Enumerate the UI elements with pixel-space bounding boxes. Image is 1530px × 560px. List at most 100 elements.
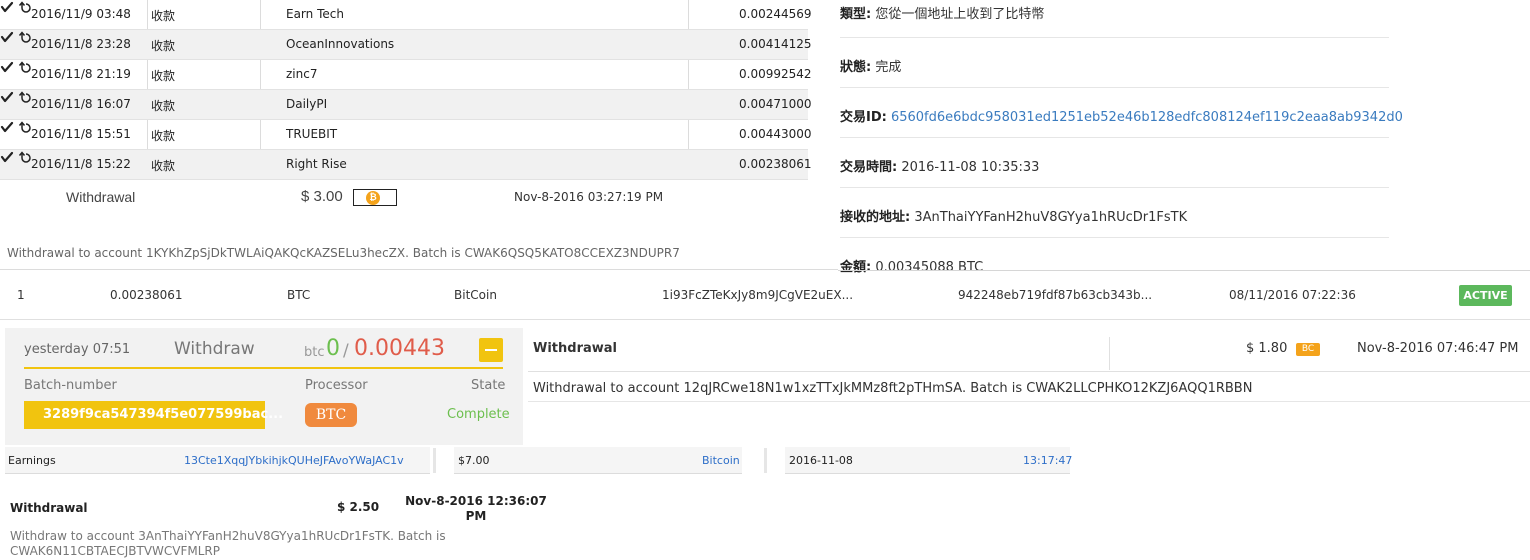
row-amount: 0.00238061: [110, 288, 183, 302]
table-row[interactable]: 2016/11/8 16:07 收款 DailyPI 0.00471000: [0, 90, 812, 120]
row-amount: 0.00992542: [739, 67, 812, 81]
withdraw-title: Withdraw: [174, 339, 255, 359]
detail-amount: 金額: 0.00345088 BTC: [840, 253, 1389, 275]
row-date: 2016/11/8 15:22: [31, 157, 131, 171]
row-amount: 0.00414125: [739, 37, 812, 51]
row-address[interactable]: 1i93FcZTeKxJy8m9JCgVE2uEX...: [662, 288, 853, 302]
row-type: 收款: [151, 9, 176, 23]
row-date: 2016/11/8 16:07: [31, 97, 131, 111]
withdrawal-amount: $ 2.50: [337, 500, 380, 514]
row-date: 2016/11/8 15:51: [31, 127, 131, 141]
withdrawal-description: Withdraw to account 3AnThaiYYFanH2huV8GY…: [10, 529, 446, 558]
status-badge: ACTIVE: [1459, 285, 1512, 306]
row-sender[interactable]: Right Rise: [286, 157, 347, 171]
divider: [838, 270, 1530, 271]
row-sender[interactable]: TRUEBIT: [286, 127, 337, 141]
withdrawal-title: Withdrawal: [66, 189, 136, 205]
withdrawal-description: Withdrawal to account 12qJRCwe18N1w1xzTT…: [533, 381, 1253, 396]
table-row[interactable]: 2016/11/8 15:22 收款 Right Rise 0.00238061: [0, 150, 812, 180]
withdrawal-description: Withdrawal to account 1KYKhZpSjDkTWLAiQA…: [7, 246, 680, 260]
row-type: 收款: [151, 129, 176, 143]
withdrawal-amount: $ 1.80: [1246, 341, 1288, 356]
detail-amount-label: 金額:: [840, 260, 872, 275]
detail-status-value: 完成: [875, 60, 902, 75]
table-row[interactable]: 2016/11/8 15:51 收款 TRUEBIT 0.00443000: [0, 120, 812, 150]
row-sender[interactable]: OceanInnovations: [286, 37, 394, 51]
checkmark-icon: [0, 31, 14, 43]
withdrawal-time: Nov-8-2016 07:46:47 PM: [1357, 341, 1519, 356]
row-sender[interactable]: zinc7: [286, 67, 317, 81]
detail-time: 交易時間: 2016-11-08 10:35:33: [840, 153, 1389, 188]
row-sender[interactable]: Earn Tech: [286, 7, 344, 21]
row-date: 2016/11/9 03:48: [31, 7, 131, 21]
state-header: State: [471, 378, 506, 393]
divider: [0, 319, 1530, 320]
detail-txid-link[interactable]: 6560fd6e6bdc958031ed1251eb52e46b128edfc8…: [891, 110, 1403, 125]
row-amount: 0.00443000: [739, 127, 812, 141]
detail-txid: 交易ID: 6560fd6e6bdc958031ed1251eb52e46b12…: [840, 103, 1403, 138]
refresh-arrow-icon: [18, 61, 31, 73]
row-type: 收款: [151, 99, 176, 113]
value-separator: /: [343, 341, 349, 361]
withdrawal-title: Withdrawal: [10, 501, 88, 515]
row-type: 收款: [151, 159, 176, 173]
btc-label: btc: [304, 345, 325, 360]
row-hash[interactable]: 942248eb719fdf87b63cb343b...: [958, 288, 1152, 302]
row-type: 收款: [151, 69, 176, 83]
earnings-date: 2016-11-08: [789, 454, 853, 467]
withdrawal-title: Withdrawal: [533, 341, 617, 356]
detail-address: 接收的地址: 3AnThaiYYFanH2huV8GYya1hRUcDr1FsT…: [840, 203, 1389, 238]
row-amount: 0.00471000: [739, 97, 812, 111]
divider: [24, 367, 503, 369]
batch-number-button[interactable]: 3289f9ca547394f5e077599bac...: [24, 401, 283, 429]
earnings-method-link[interactable]: Bitcoin: [702, 454, 740, 467]
collapse-minus-icon[interactable]: [479, 338, 503, 362]
detail-address-label: 接收的地址:: [840, 210, 911, 225]
detail-time-label: 交易時間:: [840, 160, 898, 175]
detail-type-label: 類型:: [840, 7, 872, 22]
row-currency: BTC: [287, 288, 311, 302]
detail-status-label: 狀態:: [840, 60, 872, 75]
checkmark-icon: [0, 1, 14, 13]
row-datetime: 08/11/2016 07:22:36: [1229, 288, 1356, 302]
checkmark-icon: [0, 121, 14, 133]
withdraw-value: 0.00443: [354, 336, 445, 361]
bitcoin-icon: ₿: [366, 191, 380, 205]
checkmark-icon: [0, 91, 14, 103]
transaction-table: 2016/11/9 03:48 收款 Earn Tech 0.00244569 …: [0, 0, 812, 180]
refresh-arrow-icon: [18, 31, 31, 43]
checkmark-icon: [0, 151, 14, 163]
withdrawal-time: Nov-8-2016 12:36:07 PM: [405, 494, 547, 523]
detail-amount-value: 0.00345088 BTC: [875, 260, 984, 275]
divider: [433, 448, 436, 473]
withdrawal-amount: $ 3.00: [301, 188, 343, 205]
refresh-arrow-icon: [18, 1, 31, 13]
row-amount: 0.00238061: [739, 157, 812, 171]
earnings-amount: $7.00: [458, 454, 490, 467]
earnings-time: 13:17:47: [1023, 454, 1073, 467]
divider: [0, 269, 838, 270]
detail-type-value: 您從一個地址上收到了比特幣: [875, 7, 1045, 22]
table-row[interactable]: 2016/11/9 03:48 收款 Earn Tech 0.00244569: [0, 0, 812, 30]
table-row[interactable]: 2016/11/8 21:19 收款 zinc7 0.00992542: [0, 60, 812, 90]
state-value: Complete: [447, 407, 510, 422]
detail-type: 類型: 您從一個地址上收到了比特幣: [840, 0, 1389, 38]
withdraw-time: yesterday 07:51: [24, 342, 131, 357]
row-type: 收款: [151, 39, 176, 53]
refresh-arrow-icon: [18, 121, 31, 133]
currency-badge: BC: [1296, 343, 1320, 356]
earnings-address-link[interactable]: 13Cte1XqqJYbkihjkQUHeJFAvoYWaJAC1v: [184, 454, 404, 467]
table-row[interactable]: 2016/11/8 23:28 收款 OceanInnovations 0.00…: [0, 30, 812, 60]
divider: [528, 371, 1530, 372]
row-date: 2016/11/8 23:28: [31, 37, 131, 51]
detail-txid-label: 交易ID:: [840, 110, 887, 125]
withdrawal-time: Nov-8-2016 03:27:19 PM: [514, 190, 664, 204]
amount-cell: [454, 447, 742, 474]
earnings-label: Earnings: [8, 454, 56, 467]
detail-time-value: 2016-11-08 10:35:33: [901, 160, 1040, 175]
detail-status: 狀態: 完成: [840, 53, 1389, 88]
row-network: BitCoin: [454, 288, 497, 302]
batch-header: Batch-number: [24, 378, 117, 393]
row-sender[interactable]: DailyPI: [286, 97, 327, 111]
processor-header: Processor: [305, 378, 368, 393]
